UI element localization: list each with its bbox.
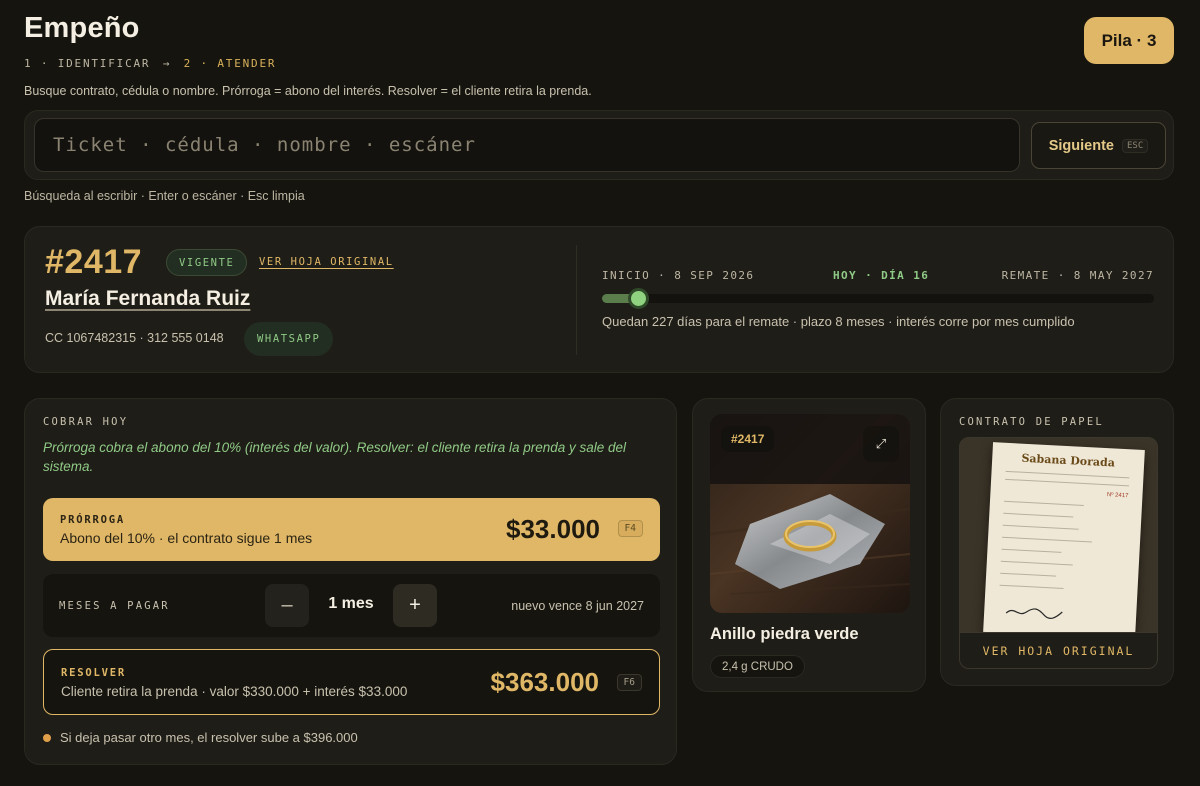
extension-shortcut-key: F4 — [617, 520, 643, 537]
step-indicator: 1 · IDENTIFICAR → 2 · ATENDER — [24, 57, 276, 70]
view-original-link[interactable]: VER HOJA ORIGINAL — [259, 256, 394, 268]
arrow-right-icon: → — [162, 57, 172, 70]
sheet-line — [1005, 478, 1130, 487]
search-hint: Búsqueda al escribir · Enter o escáner ·… — [24, 189, 305, 203]
charge-description: Prórroga cobra el abono del 10% (interés… — [43, 440, 627, 474]
warning-text: Si deja pasar otro mes, el resolver sube… — [60, 730, 358, 745]
charge-title: COBRAR HOY — [43, 416, 129, 428]
sheet-line — [1005, 470, 1130, 479]
divider — [576, 245, 577, 355]
contract-summary-card: #2417 VIGENTE VER HOJA ORIGINAL María Fe… — [24, 226, 1174, 373]
queue-stack-badge[interactable]: Pila · 3 — [1084, 17, 1174, 64]
resolve-shortcut-key: F6 — [616, 674, 642, 691]
page-title: Empeño — [24, 12, 140, 44]
months-label: MESES A PAGAR — [59, 600, 170, 612]
next-button-label: Siguiente — [1048, 137, 1114, 154]
status-badge: VIGENTE — [166, 249, 248, 276]
resolve-option-button[interactable]: RESOLVER Cliente retira la prenda · valo… — [43, 649, 660, 715]
client-name[interactable]: María Fernanda Ruiz — [45, 287, 250, 311]
item-name: Anillo piedra verde — [710, 625, 859, 643]
warning-dot-icon — [43, 733, 51, 742]
shortcut-key: ESC — [1122, 138, 1149, 153]
search-input[interactable] — [34, 118, 1020, 172]
client-contact: CC 1067482315 · 312 555 0148 — [45, 331, 224, 345]
sheet-line — [1000, 572, 1057, 577]
extension-description: Abono del 10% · el contrato sigue 1 mes — [60, 530, 313, 546]
sheet-line — [999, 584, 1064, 590]
paper-sheet-image: Sabana Dorada Nº 2417 — [983, 442, 1145, 640]
resolve-label: RESOLVER — [61, 667, 126, 679]
sheet-line — [1003, 500, 1084, 506]
sheet-number: Nº 2417 — [1106, 492, 1129, 500]
progress-today-marker — [627, 288, 649, 309]
search-bar: Siguiente ESC — [24, 110, 1174, 180]
next-button[interactable]: Siguiente ESC — [1031, 122, 1166, 169]
paper-contract-preview[interactable]: Sabana Dorada Nº 2417 VER HOJA ORIGINAL — [959, 437, 1158, 669]
paper-contract-card: CONTRATO DE PAPEL Sabana Dorada Nº 2417 … — [940, 398, 1174, 686]
decrement-months-button[interactable]: – — [265, 584, 309, 627]
whatsapp-button[interactable]: WHATSAPP — [244, 322, 334, 356]
step-identify: 1 · IDENTIFICAR — [24, 57, 151, 70]
extension-option-button[interactable]: PRÓRROGA Abono del 10% · el contrato sig… — [43, 498, 660, 561]
paper-contract-title: CONTRATO DE PAPEL — [959, 416, 1104, 428]
extension-amount: $33.000 — [506, 514, 600, 544]
step-attend: 2 · ATENDER — [183, 57, 277, 70]
sheet-line — [1003, 512, 1074, 518]
photo-ticket-badge: #2417 — [721, 426, 775, 452]
signature-image — [1005, 608, 1063, 619]
item-card: #2417 ⤢ Anillo piedra verde 2,4 g CRUDO — [692, 398, 926, 692]
sheet-line — [1002, 536, 1093, 543]
new-due-date: nuevo vence 8 jun 2027 — [511, 599, 644, 613]
charge-panel: COBRAR HOY Prórroga cobra el abono del 1… — [24, 398, 677, 765]
expand-icon[interactable]: ⤢ — [863, 426, 899, 462]
timeline-today: HOY · DÍA 16 — [833, 269, 930, 282]
months-stepper-row: MESES A PAGAR – 1 mes + nuevo vence 8 ju… — [43, 574, 660, 637]
extension-label: PRÓRROGA — [60, 514, 125, 526]
sheet-line — [1002, 524, 1079, 530]
page-subtitle: Busque contrato, cédula o nombre. Prórro… — [24, 84, 592, 98]
increment-months-button[interactable]: + — [393, 584, 437, 627]
contract-progress-bar — [602, 288, 1154, 309]
view-paper-original-button[interactable]: VER HOJA ORIGINAL — [960, 632, 1157, 668]
resolve-description: Cliente retira la prenda · valor $330.00… — [61, 684, 408, 699]
item-weight-tag: 2,4 g CRUDO — [710, 655, 805, 678]
timeline-start-date: INICIO · 8 SEP 2026 — [602, 269, 755, 282]
sheet-line — [1000, 560, 1073, 566]
sheet-brand: Sabana Dorada — [1021, 451, 1116, 470]
timeline-end-date: REMATE · 8 MAY 2027 — [1001, 269, 1154, 282]
ticket-number: #2417 — [45, 243, 143, 281]
resolve-amount: $363.000 — [490, 667, 599, 697]
timeline-note: Quedan 227 días para el remate · plazo 8… — [602, 314, 1075, 329]
months-value: 1 mes — [328, 595, 374, 612]
warning-note: Si deja pasar otro mes, el resolver sube… — [43, 730, 358, 745]
sheet-line — [1001, 548, 1062, 553]
item-photo[interactable]: #2417 ⤢ — [710, 414, 910, 613]
